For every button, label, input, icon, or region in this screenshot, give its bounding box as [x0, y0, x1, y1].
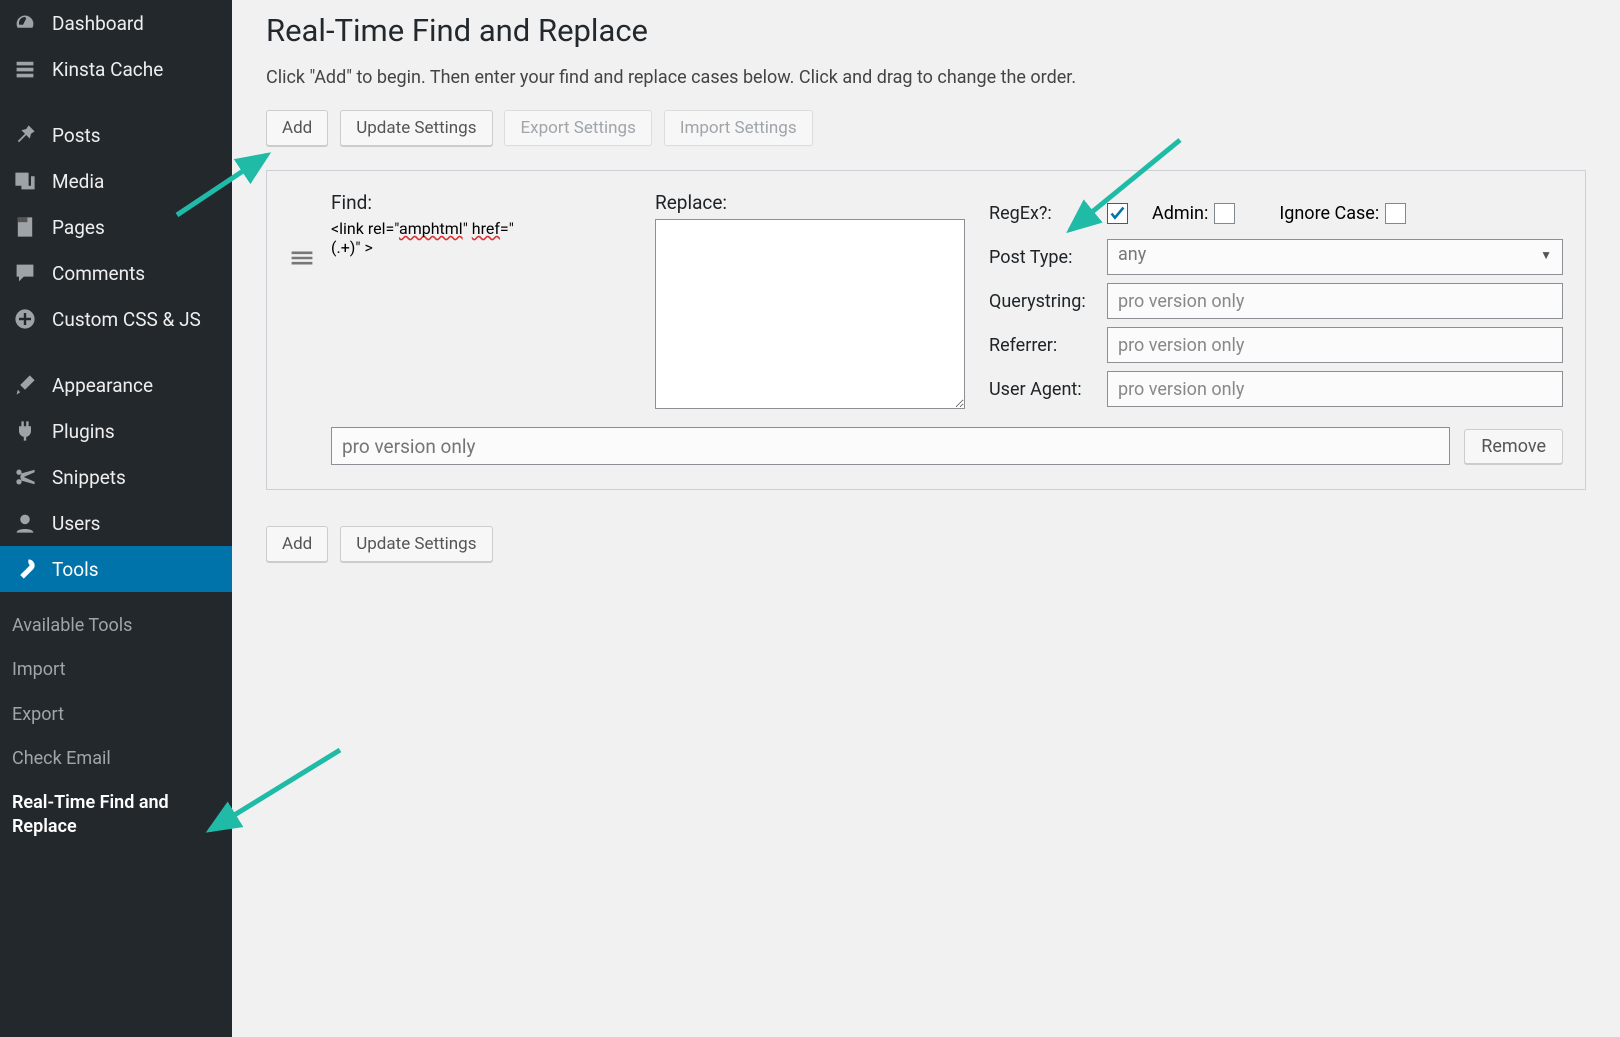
- sidebar-item-dashboard[interactable]: Dashboard: [0, 0, 232, 46]
- ignore-case-label: Ignore Case:: [1279, 203, 1379, 224]
- sidebar-item-posts[interactable]: Posts: [0, 112, 232, 158]
- sidebar-item-tools[interactable]: Tools: [0, 546, 232, 592]
- submenu-item-available-tools[interactable]: Available Tools: [0, 604, 232, 648]
- brush-icon: [12, 372, 38, 398]
- sidebar-item-appearance[interactable]: Appearance: [0, 362, 232, 408]
- pin-icon: [12, 122, 38, 148]
- sidebar-item-label: Custom CSS & JS: [52, 308, 201, 331]
- add-button-bottom[interactable]: Add: [266, 526, 328, 562]
- sidebar-item-comments[interactable]: Comments: [0, 250, 232, 296]
- toolbar: Add Update Settings Export Settings Impo…: [266, 110, 1586, 146]
- add-button[interactable]: Add: [266, 110, 328, 146]
- scissors-icon: [12, 464, 38, 490]
- submenu-item-check-email[interactable]: Check Email: [0, 737, 232, 781]
- update-settings-button[interactable]: Update Settings: [340, 110, 492, 146]
- ignore-case-checkbox[interactable]: [1385, 203, 1406, 224]
- plus-circle-icon: [12, 306, 38, 332]
- admin-label: Admin:: [1152, 203, 1208, 224]
- querystring-input[interactable]: [1107, 283, 1563, 319]
- sidebar-item-label: Pages: [52, 216, 105, 239]
- main-content: Real-Time Find and Replace Click "Add" t…: [232, 0, 1620, 610]
- submenu-item-import[interactable]: Import: [0, 648, 232, 692]
- dashboard-icon: [12, 10, 38, 36]
- user-agent-label: User Agent:: [989, 379, 1107, 400]
- sidebar-item-label: Snippets: [52, 466, 126, 489]
- post-type-label: Post Type:: [989, 247, 1107, 268]
- sidebar-item-media[interactable]: Media: [0, 158, 232, 204]
- sidebar-item-pages[interactable]: Pages: [0, 204, 232, 250]
- remove-button[interactable]: Remove: [1464, 429, 1563, 464]
- rule-panel: Find: <link rel="amphtml" href=" (.+)" >…: [266, 170, 1586, 490]
- sidebar-item-kinsta-cache[interactable]: Kinsta Cache: [0, 46, 232, 92]
- drag-handle[interactable]: [289, 191, 317, 275]
- submenu-item-export[interactable]: Export: [0, 693, 232, 737]
- sidebar-item-users[interactable]: Users: [0, 500, 232, 546]
- regex-checkbox[interactable]: [1107, 203, 1128, 224]
- admin-checkbox[interactable]: [1214, 203, 1235, 224]
- help-text: Click "Add" to begin. Then enter your fi…: [266, 67, 1586, 88]
- cache-icon: [12, 56, 38, 82]
- import-settings-button[interactable]: Import Settings: [664, 110, 813, 146]
- sidebar-item-label: Kinsta Cache: [52, 58, 163, 81]
- media-icon: [12, 168, 38, 194]
- sidebar-item-label: Users: [52, 512, 100, 535]
- sidebar-item-label: Media: [52, 170, 104, 193]
- querystring-label: Querystring:: [989, 291, 1107, 312]
- sidebar: Dashboard Kinsta Cache Posts Media Pages…: [0, 0, 232, 1037]
- sidebar-item-snippets[interactable]: Snippets: [0, 454, 232, 500]
- sidebar-item-label: Tools: [52, 558, 99, 581]
- find-label: Find:: [331, 191, 641, 219]
- toolbar-bottom: Add Update Settings: [266, 526, 1586, 562]
- page-icon: [12, 214, 38, 240]
- sidebar-item-label: Comments: [52, 262, 145, 285]
- regex-label: RegEx?:: [989, 203, 1107, 224]
- plug-icon: [12, 418, 38, 444]
- options-column: RegEx?: Admin: Ignore Case:: [979, 191, 1563, 411]
- referrer-label: Referrer:: [989, 335, 1107, 356]
- sidebar-item-label: Posts: [52, 124, 101, 147]
- sidebar-item-label: Dashboard: [52, 12, 144, 35]
- export-settings-button[interactable]: Export Settings: [504, 110, 651, 146]
- referrer-input[interactable]: [1107, 327, 1563, 363]
- rule-note-input[interactable]: [331, 427, 1450, 465]
- post-type-select[interactable]: any: [1107, 239, 1563, 275]
- wrench-icon: [12, 556, 38, 582]
- page-title: Real-Time Find and Replace: [266, 12, 1586, 49]
- replace-label: Replace:: [655, 191, 965, 219]
- comment-icon: [12, 260, 38, 286]
- sidebar-item-custom-css-js[interactable]: Custom CSS & JS: [0, 296, 232, 342]
- submenu-item-real-time-find-and-replace[interactable]: Real-Time Find and Replace: [0, 781, 232, 850]
- sidebar-item-plugins[interactable]: Plugins: [0, 408, 232, 454]
- update-settings-button-bottom[interactable]: Update Settings: [340, 526, 492, 562]
- sidebar-item-label: Plugins: [52, 420, 115, 443]
- user-icon: [12, 510, 38, 536]
- find-textarea[interactable]: <link rel="amphtml" href=" (.+)" >: [331, 219, 641, 257]
- replace-textarea[interactable]: [655, 219, 965, 409]
- sidebar-item-label: Appearance: [52, 374, 153, 397]
- user-agent-input[interactable]: [1107, 371, 1563, 407]
